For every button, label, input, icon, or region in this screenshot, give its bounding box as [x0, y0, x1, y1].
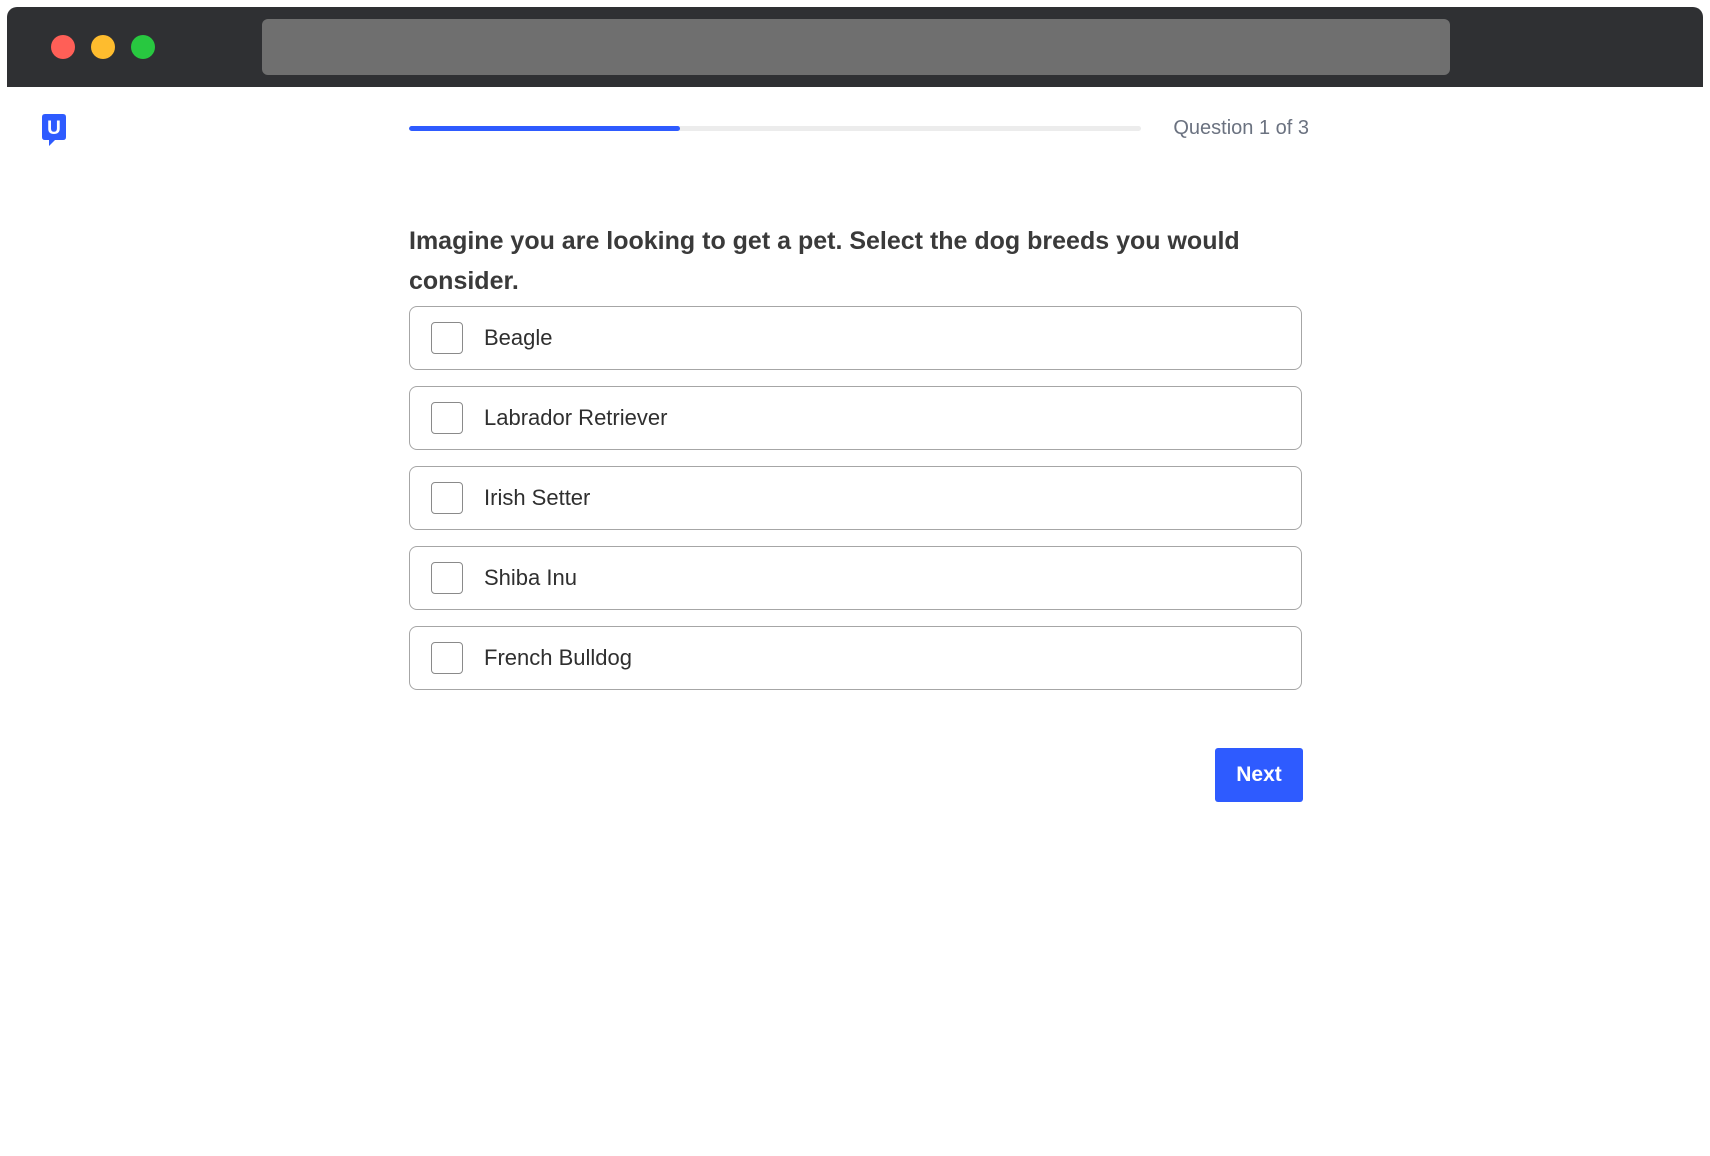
- speech-bubble-u-logo-icon: U: [42, 114, 66, 146]
- option-beagle[interactable]: Beagle: [409, 306, 1302, 370]
- option-label: Beagle: [484, 325, 553, 350]
- option-labrador-retriever[interactable]: Labrador Retriever: [409, 386, 1302, 450]
- option-label: French Bulldog: [484, 645, 632, 670]
- option-label: Irish Setter: [484, 485, 591, 510]
- question-text: Imagine you are looking to get a pet. Se…: [409, 227, 1240, 295]
- checkbox[interactable]: [431, 642, 463, 674]
- option-label: Labrador Retriever: [484, 405, 668, 430]
- window-titlebar: [7, 7, 1703, 87]
- option-label: Shiba Inu: [484, 565, 577, 590]
- browser-window: U Question 1 of 3 Imagine you are lookin…: [7, 7, 1703, 1156]
- checkbox[interactable]: [431, 322, 463, 354]
- option-irish-setter[interactable]: Irish Setter: [409, 466, 1302, 530]
- checkbox[interactable]: [431, 562, 463, 594]
- checkbox[interactable]: [431, 402, 463, 434]
- logo-letter: U: [47, 118, 61, 139]
- progress-bar-fill: [409, 126, 680, 131]
- maximize-window-button[interactable]: [131, 35, 155, 59]
- address-bar[interactable]: [262, 19, 1450, 75]
- minimize-window-button[interactable]: [91, 35, 115, 59]
- next-button[interactable]: Next: [1215, 748, 1303, 802]
- survey-page: U Question 1 of 3 Imagine you are lookin…: [7, 87, 1703, 1156]
- option-shiba-inu[interactable]: Shiba Inu: [409, 546, 1302, 610]
- answer-options: Beagle Labrador Retriever Irish Setter S…: [409, 306, 1302, 706]
- checkbox[interactable]: [431, 482, 463, 514]
- close-window-button[interactable]: [51, 35, 75, 59]
- option-french-bulldog[interactable]: French Bulldog: [409, 626, 1302, 690]
- progress-bar: [409, 126, 1141, 131]
- progress-label: Question 1 of 3: [1173, 117, 1309, 139]
